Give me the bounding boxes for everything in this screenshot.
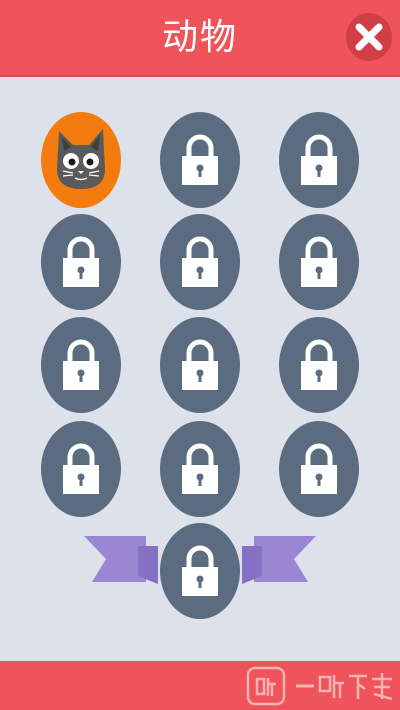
close-icon (355, 23, 383, 51)
lock-icon (63, 339, 99, 390)
lock-icon (182, 339, 218, 390)
lock-icon (182, 134, 218, 185)
locked-slot[interactable] (41, 214, 121, 310)
locked-slot[interactable] (160, 214, 240, 310)
page-title: 动物 (161, 17, 238, 58)
lock-icon (182, 236, 218, 287)
locked-slot[interactable] (279, 112, 359, 208)
lock-icon (63, 443, 99, 494)
lock-icon (182, 443, 218, 494)
header-bar: 动物 (0, 0, 400, 77)
lock-icon (301, 339, 337, 390)
locked-slot[interactable] (41, 317, 121, 413)
locked-slot[interactable] (279, 214, 359, 310)
animal-slot-cat[interactable] (41, 112, 121, 208)
cat-icon (57, 129, 105, 189)
locked-slot-special[interactable] (160, 523, 240, 619)
locked-slot[interactable] (160, 317, 240, 413)
lock-icon (301, 134, 337, 185)
lock-icon (182, 545, 218, 596)
lock-icon (301, 443, 337, 494)
close-button[interactable] (346, 13, 392, 61)
locked-slot[interactable] (279, 317, 359, 413)
locked-slot[interactable] (160, 421, 240, 517)
locked-slot[interactable] (41, 421, 121, 517)
lock-icon (63, 236, 99, 287)
locked-slot[interactable] (160, 112, 240, 208)
lock-icon (301, 236, 337, 287)
watermark-logo (246, 666, 393, 706)
locked-slot[interactable] (279, 421, 359, 517)
